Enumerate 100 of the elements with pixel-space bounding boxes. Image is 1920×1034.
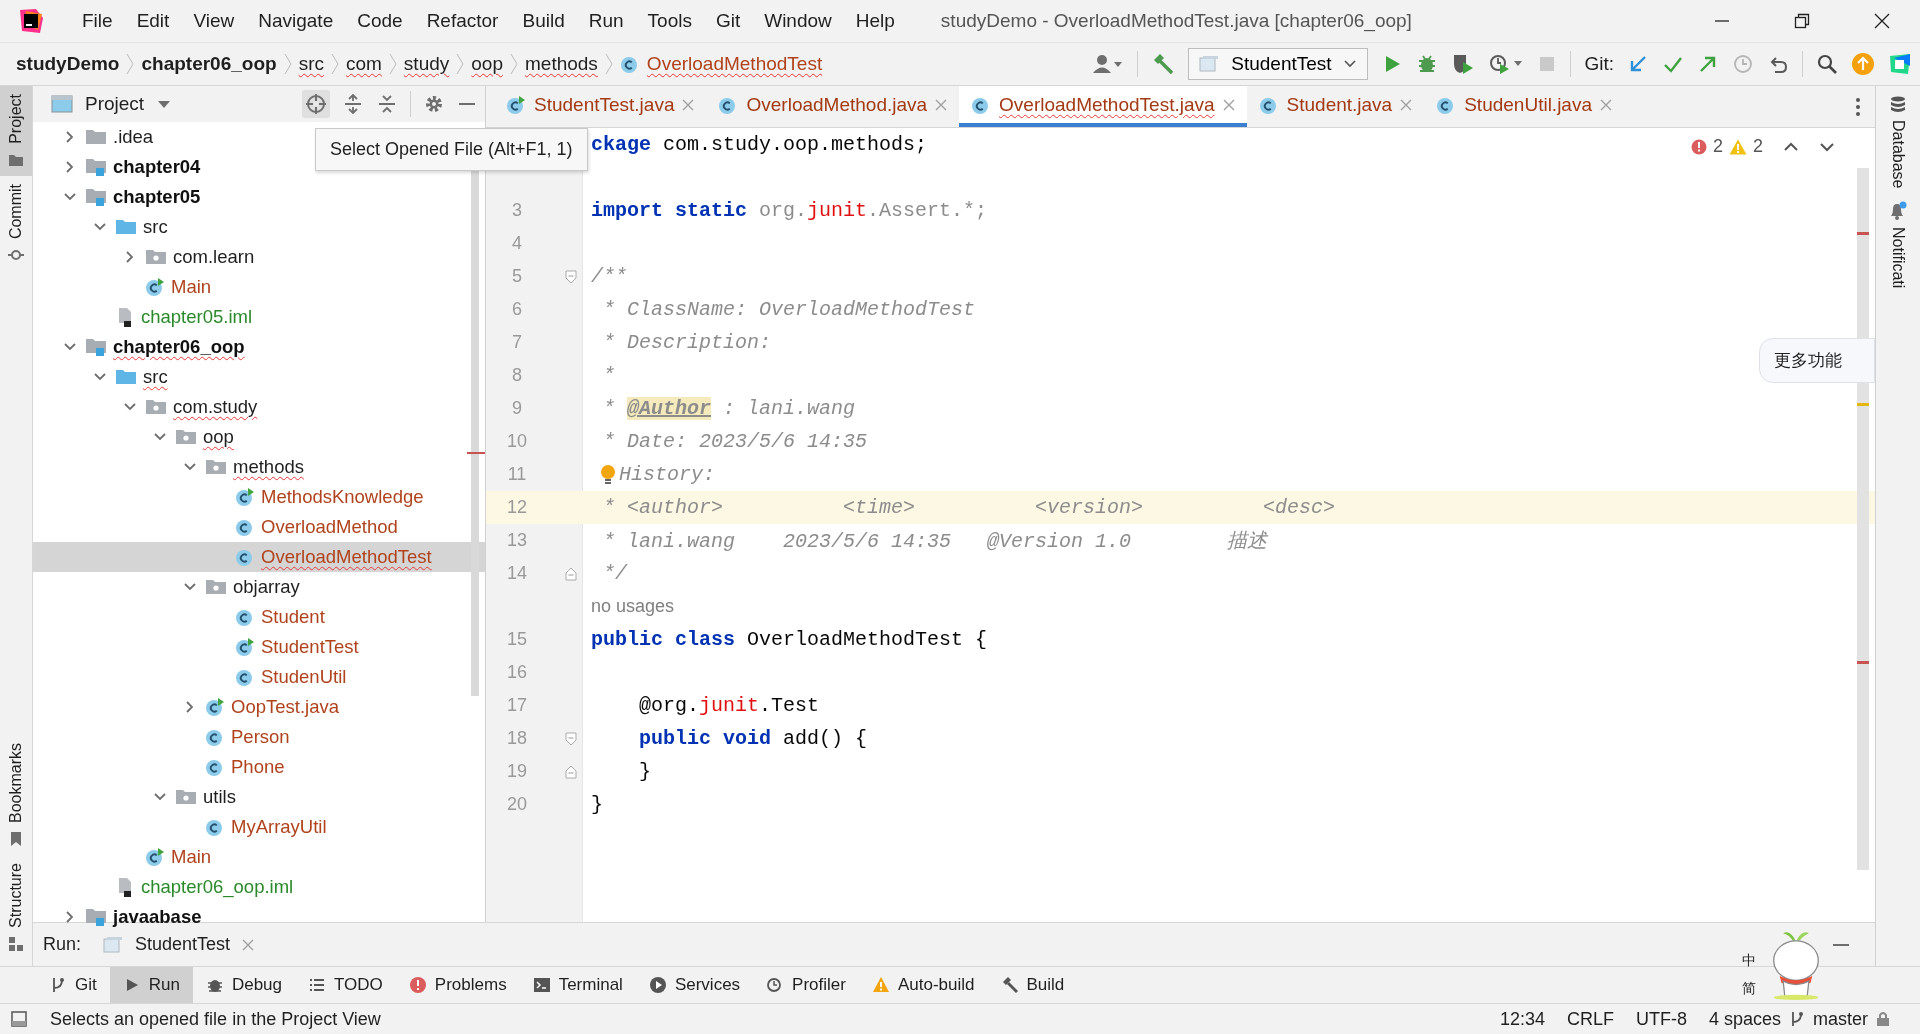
- menu-item[interactable]: View: [181, 10, 247, 32]
- menu-item[interactable]: Refactor: [414, 10, 511, 32]
- git-branch[interactable]: master: [1813, 1008, 1868, 1030]
- breadcrumb[interactable]: oop: [471, 53, 503, 75]
- tree-item[interactable]: OverloadMethod: [33, 512, 485, 542]
- chevron-down-icon[interactable]: [123, 402, 137, 412]
- fold-icon[interactable]: [565, 764, 577, 779]
- tree-item[interactable]: Main: [33, 842, 485, 872]
- editor-tab[interactable]: StudenUtil.java: [1424, 86, 1624, 127]
- breadcrumb[interactable]: com: [345, 53, 382, 75]
- tree-item[interactable]: StudenUtil: [33, 662, 485, 692]
- chevron-down-icon[interactable]: [63, 192, 77, 202]
- close-icon[interactable]: [1874, 13, 1890, 29]
- tool-window-tab[interactable]: Run: [109, 967, 193, 1003]
- restore-icon[interactable]: [1794, 13, 1810, 29]
- tree-item[interactable]: objarray: [33, 572, 485, 602]
- more-features-button[interactable]: 更多功能: [1759, 338, 1875, 383]
- more-icon[interactable]: [1855, 96, 1861, 117]
- tree-item[interactable]: MyArrayUtil: [33, 812, 485, 842]
- menu-item[interactable]: Code: [345, 10, 415, 32]
- tree-item[interactable]: Phone: [33, 752, 485, 782]
- menu-item[interactable]: Run: [576, 10, 636, 32]
- tree-item[interactable]: OverloadMethodTest: [33, 542, 485, 572]
- breadcrumb[interactable]: OverloadMethodTest: [646, 53, 823, 75]
- menu-item[interactable]: Git: [703, 10, 753, 32]
- chevron-right-icon[interactable]: [65, 910, 75, 924]
- chevron-down-icon[interactable]: [63, 342, 77, 352]
- tree-item[interactable]: chapter05: [33, 182, 485, 212]
- run-configuration-dropdown[interactable]: StudentTest: [1188, 48, 1369, 80]
- tool-window-tab[interactable]: TODO: [295, 967, 396, 1003]
- menu-item[interactable]: Navigate: [246, 10, 346, 32]
- tool-window-tab[interactable]: Structure: [0, 855, 32, 960]
- lock-icon[interactable]: [1876, 1011, 1890, 1027]
- tree-item[interactable]: chapter06_oop: [33, 332, 485, 362]
- editor-tab[interactable]: OverloadMethodTest.java: [959, 86, 1247, 127]
- tree-item[interactable]: chapter06_oop.iml: [33, 872, 485, 902]
- error-icon[interactable]: [1690, 138, 1707, 155]
- profiler-icon[interactable]: [1488, 52, 1525, 76]
- tree-item[interactable]: Student: [33, 602, 485, 632]
- caret-icon[interactable]: [156, 99, 173, 109]
- tool-window-tab[interactable]: Terminal: [519, 967, 636, 1003]
- status-item[interactable]: UTF-8: [1635, 1008, 1687, 1030]
- tree-item[interactable]: src: [33, 212, 485, 242]
- tree-item[interactable]: Main: [33, 272, 485, 302]
- menu-item[interactable]: File: [70, 10, 125, 32]
- panel-title[interactable]: Project: [85, 93, 145, 115]
- chevron-down-icon[interactable]: [153, 432, 167, 442]
- tree-item[interactable]: chapter05.iml: [33, 302, 485, 332]
- tool-window-tab[interactable]: Auto-build: [858, 967, 988, 1003]
- breadcrumb[interactable]: chapter06_oop: [141, 53, 277, 75]
- chevron-down-icon[interactable]: [153, 792, 167, 802]
- menu-item[interactable]: Window: [752, 10, 844, 32]
- editor-tab[interactable]: OverloadMethod.java: [706, 86, 960, 127]
- chevron-down-icon[interactable]: [93, 222, 107, 232]
- search-icon[interactable]: [1816, 53, 1838, 75]
- chevron-down-icon[interactable]: [183, 462, 197, 472]
- tool-window-tab[interactable]: Bookmarks: [0, 735, 32, 856]
- breadcrumb[interactable]: study: [403, 53, 450, 75]
- tree-item[interactable]: src: [33, 362, 485, 392]
- status-item[interactable]: 12:34: [1499, 1008, 1545, 1030]
- menu-item[interactable]: Help: [843, 10, 907, 32]
- chevron-up-icon[interactable]: [1783, 140, 1799, 153]
- tree-item[interactable]: methods: [33, 452, 485, 482]
- editor-tab[interactable]: Student.java: [1246, 86, 1425, 127]
- toolbox-icon[interactable]: [1888, 52, 1912, 76]
- tree-item[interactable]: MethodsKnowledge: [33, 482, 485, 512]
- run-config-tab[interactable]: StudentTest: [103, 934, 255, 955]
- lightbulb-icon[interactable]: [599, 463, 617, 486]
- settings-icon[interactable]: [423, 93, 445, 115]
- breadcrumb[interactable]: methods: [525, 53, 598, 75]
- chevron-right-icon[interactable]: [65, 160, 75, 174]
- collapse-all-icon[interactable]: [376, 93, 398, 115]
- tree-item[interactable]: OopTest.java: [33, 692, 485, 722]
- user-icon[interactable]: [1092, 53, 1125, 75]
- menu-item[interactable]: Tools: [635, 10, 704, 32]
- ime-indicator[interactable]: 中: [1742, 952, 1756, 970]
- fold-icon[interactable]: [565, 566, 577, 581]
- panel-toggle-icon[interactable]: [10, 1010, 28, 1028]
- status-item[interactable]: 4 spaces: [1708, 1008, 1781, 1030]
- chevron-right-icon[interactable]: [185, 700, 195, 714]
- breadcrumb[interactable]: src: [298, 53, 324, 75]
- menu-item[interactable]: Build: [510, 10, 577, 32]
- ime-indicator[interactable]: 简: [1742, 980, 1756, 998]
- fold-icon[interactable]: [565, 269, 577, 284]
- breadcrumb[interactable]: studyDemo: [16, 53, 120, 75]
- tool-window-tab[interactable]: Project: [0, 86, 32, 176]
- tool-window-tab[interactable]: Commit: [0, 175, 32, 271]
- menu-item[interactable]: Edit: [124, 10, 182, 32]
- tool-window-tab[interactable]: Problems: [395, 967, 520, 1003]
- tool-window-tab[interactable]: Profiler: [753, 967, 859, 1003]
- tool-window-tab[interactable]: Services: [635, 967, 754, 1003]
- usage-hint[interactable]: no usages: [591, 596, 675, 617]
- chevron-right-icon[interactable]: [125, 250, 135, 264]
- editor-tab[interactable]: StudentTest.java: [494, 86, 707, 127]
- expand-all-icon[interactable]: [342, 93, 364, 115]
- chevron-down-icon[interactable]: [93, 372, 107, 382]
- tree-item[interactable]: com.learn: [33, 242, 485, 272]
- chevron-down-icon[interactable]: [183, 582, 197, 592]
- tool-window-tab[interactable]: Debug: [192, 967, 296, 1003]
- locate-file-button[interactable]: [302, 90, 330, 118]
